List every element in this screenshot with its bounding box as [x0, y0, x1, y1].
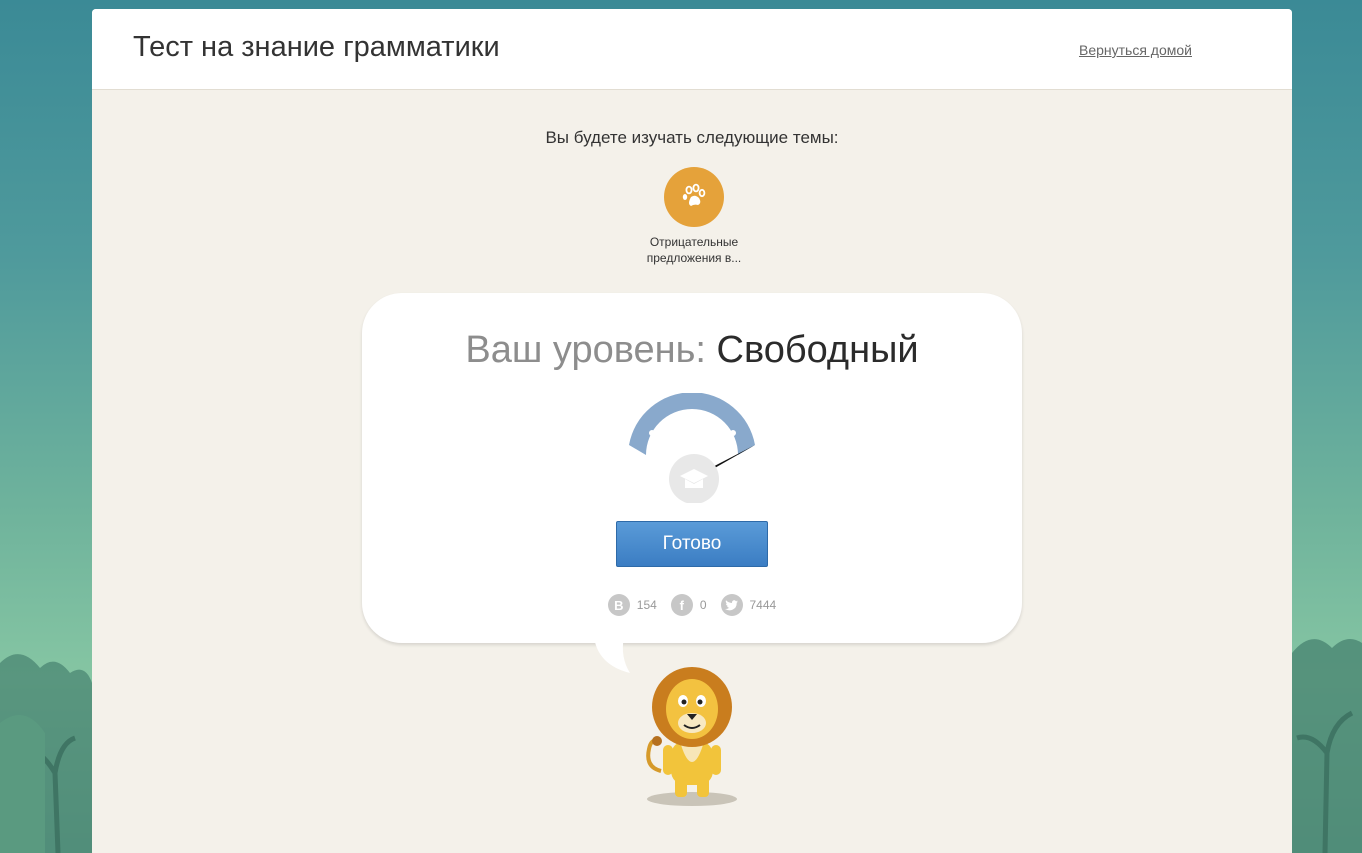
topic-label: Отрицательные предложения в...	[646, 235, 742, 265]
jungle-decoration-left	[0, 654, 92, 853]
topic-item[interactable]: Отрицательные предложения в...	[632, 167, 756, 266]
home-link[interactable]: Вернуться домой	[1079, 42, 1192, 58]
speech-bubble-tail	[594, 637, 630, 673]
level-gauge	[629, 393, 755, 503]
paw-icon	[682, 183, 706, 206]
level-label: Ваш уровень:	[465, 329, 706, 371]
share-twitter[interactable]: 7444	[720, 594, 777, 616]
share-count-vk: 154	[636, 598, 657, 612]
share-facebook[interactable]: f 0	[670, 594, 707, 616]
vk-icon: В	[607, 594, 630, 616]
facebook-icon: f	[670, 594, 693, 616]
result-card: Ваш уровень: Свободный Готово В 154 f 0	[362, 293, 1022, 643]
level-heading: Ваш уровень: Свободный	[362, 329, 1022, 372]
share-bar: В 154 f 0 7444	[362, 594, 1022, 616]
topics-intro: Вы будете изучать следующие темы:	[545, 128, 839, 147]
twitter-icon	[720, 594, 743, 616]
share-count-facebook: 0	[699, 598, 707, 612]
share-count-twitter: 7444	[749, 598, 777, 612]
lion-mascot	[646, 667, 737, 806]
level-value: Свободный	[716, 329, 919, 371]
page-title: Тест на знание грамматики	[133, 31, 500, 63]
gauge-tick-1	[649, 430, 655, 436]
page-header: Тест на знание грамматики Вернуться домо…	[92, 9, 1292, 90]
main-panel: Тест на знание грамматики Вернуться домо…	[92, 9, 1292, 853]
gauge-tick-3	[730, 430, 736, 436]
topic-badge	[664, 167, 724, 227]
jungle-decoration-right	[1292, 639, 1362, 853]
gauge-tick-2	[689, 415, 695, 421]
share-vk[interactable]: В 154	[607, 594, 657, 616]
done-button[interactable]: Готово	[616, 521, 768, 567]
